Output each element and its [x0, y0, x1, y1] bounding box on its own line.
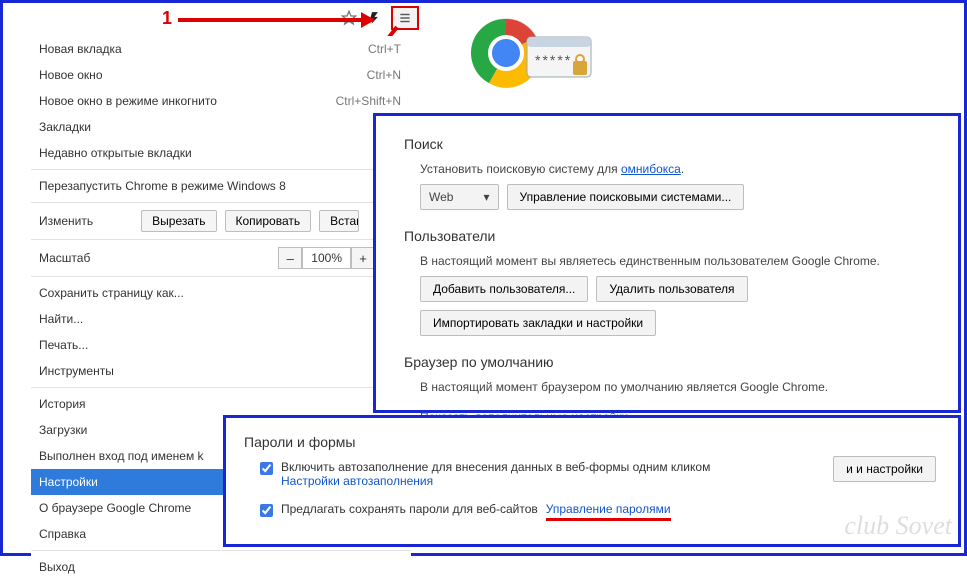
default-browser-desc: В настоящий момент браузером по умолчани…	[420, 380, 936, 394]
menu-label: Перезапустить Chrome в режиме Windows 8	[39, 179, 286, 193]
zoom-label: Масштаб	[39, 251, 278, 265]
hamburger-menu-icon[interactable]	[391, 6, 419, 30]
manage-search-engines-button[interactable]: Управление поисковыми системами...	[507, 184, 745, 210]
menu-history[interactable]: История	[31, 391, 411, 417]
menu-shortcut: Ctrl+N	[367, 68, 401, 82]
chevron-down-icon: ▾	[483, 190, 489, 204]
zoom-out-button[interactable]: –	[278, 247, 302, 269]
users-desc: В настоящий момент вы являетесь единстве…	[420, 254, 936, 268]
menu-new-incognito[interactable]: Новое окно в режиме инкогнито Ctrl+Shift…	[31, 88, 411, 114]
delete-user-button[interactable]: Удалить пользователя	[596, 276, 747, 302]
menu-separator	[31, 387, 411, 388]
select-value: Web	[429, 190, 453, 204]
menu-separator	[31, 550, 411, 551]
menu-new-window[interactable]: Новое окно Ctrl+N	[31, 62, 411, 88]
menu-label: Выполнен вход под именем k	[39, 449, 204, 463]
menu-zoom-row: Масштаб – 100% +	[31, 243, 411, 273]
search-desc-pre: Установить поисковую систему для	[420, 162, 621, 176]
menu-tools[interactable]: Инструменты	[31, 358, 411, 384]
menu-label: Новая вкладка	[39, 42, 122, 56]
chrome-passwords-illustration: *****	[458, 3, 603, 103]
menu-shortcut: Ctrl+T	[368, 42, 401, 56]
passwords-row: Предлагать сохранять пароли для веб-сайт…	[260, 502, 940, 521]
menu-exit[interactable]: Выход	[31, 554, 411, 580]
menu-label: Новое окно в режиме инкогнито	[39, 94, 217, 108]
menu-edit-row: Изменить Вырезать Копировать Вставить	[31, 206, 411, 236]
menu-recent-tabs[interactable]: Недавно открытые вкладки	[31, 140, 411, 166]
search-engine-select[interactable]: Web ▾	[420, 184, 499, 210]
menu-new-tab[interactable]: Новая вкладка Ctrl+T	[31, 36, 411, 62]
passwords-label: Предлагать сохранять пароли для веб-сайт…	[281, 502, 538, 516]
users-section-body: В настоящий момент вы являетесь единстве…	[420, 254, 936, 336]
menu-label: Новое окно	[39, 68, 103, 82]
menu-separator	[31, 276, 411, 277]
menu-print[interactable]: Печать...	[31, 332, 411, 358]
menu-separator	[31, 239, 411, 240]
offer-save-passwords-checkbox[interactable]	[260, 504, 273, 517]
search-section-body: Установить поисковую систему для омнибок…	[420, 162, 936, 210]
search-desc-post: .	[681, 162, 684, 176]
import-settings-fragment-button[interactable]: и и настройки	[833, 456, 936, 482]
step-1-label: 1	[162, 8, 172, 29]
menu-separator	[31, 202, 411, 203]
menu-label: Настройки	[39, 475, 98, 489]
menu-save-page[interactable]: Сохранить страницу как...	[31, 280, 411, 306]
autofill-checkbox[interactable]	[260, 462, 273, 475]
menu-label: Найти...	[39, 312, 83, 326]
menu-label: Инструменты	[39, 364, 114, 378]
edit-paste-button[interactable]: Вставить	[319, 210, 359, 232]
add-user-button[interactable]: Добавить пользователя...	[420, 276, 588, 302]
svg-text:*****: *****	[535, 52, 572, 68]
default-browser-body: В настоящий момент браузером по умолчани…	[420, 380, 936, 394]
arrow-to-hamburger	[178, 18, 373, 22]
menu-label: Недавно открытые вкладки	[39, 146, 192, 160]
autofill-settings-link[interactable]: Настройки автозаполнения	[281, 474, 433, 488]
edit-copy-button[interactable]: Копировать	[225, 210, 312, 232]
users-section-title: Пользователи	[404, 228, 936, 244]
omnibox-link[interactable]: омнибокса	[621, 162, 681, 176]
manage-passwords-link[interactable]: Управление паролями	[546, 502, 671, 516]
import-bookmarks-button[interactable]: Импортировать закладки и настройки	[420, 310, 656, 336]
menu-bookmarks[interactable]: Закладки	[31, 114, 411, 140]
menu-label: Закладки	[39, 120, 91, 134]
menu-label: Загрузки	[39, 423, 87, 437]
menu-label: О браузере Google Chrome	[39, 501, 191, 515]
menu-label: История	[39, 397, 86, 411]
edit-label: Изменить	[39, 214, 93, 228]
menu-label: Выход	[39, 560, 75, 574]
search-section-title: Поиск	[404, 136, 936, 152]
passwords-forms-panel: Пароли и формы и и настройки Включить ав…	[223, 415, 961, 547]
passwords-forms-title: Пароли и формы	[244, 434, 940, 450]
default-browser-title: Браузер по умолчанию	[404, 354, 936, 370]
menu-label: Справка	[39, 527, 86, 541]
settings-panel: Поиск Установить поисковую систему для о…	[373, 113, 961, 413]
menu-separator	[31, 169, 411, 170]
zoom-value: 100%	[302, 247, 351, 269]
menu-find[interactable]: Найти...	[31, 306, 411, 332]
autofill-label: Включить автозаполнение для внесения дан…	[281, 460, 710, 474]
menu-relaunch-win8[interactable]: Перезапустить Chrome в режиме Windows 8	[31, 173, 411, 199]
menu-label: Печать...	[39, 338, 88, 352]
edit-cut-button[interactable]: Вырезать	[141, 210, 216, 232]
menu-shortcut: Ctrl+Shift+N	[336, 94, 401, 108]
zoom-in-button[interactable]: +	[351, 247, 375, 269]
menu-label: Сохранить страницу как...	[39, 286, 184, 300]
